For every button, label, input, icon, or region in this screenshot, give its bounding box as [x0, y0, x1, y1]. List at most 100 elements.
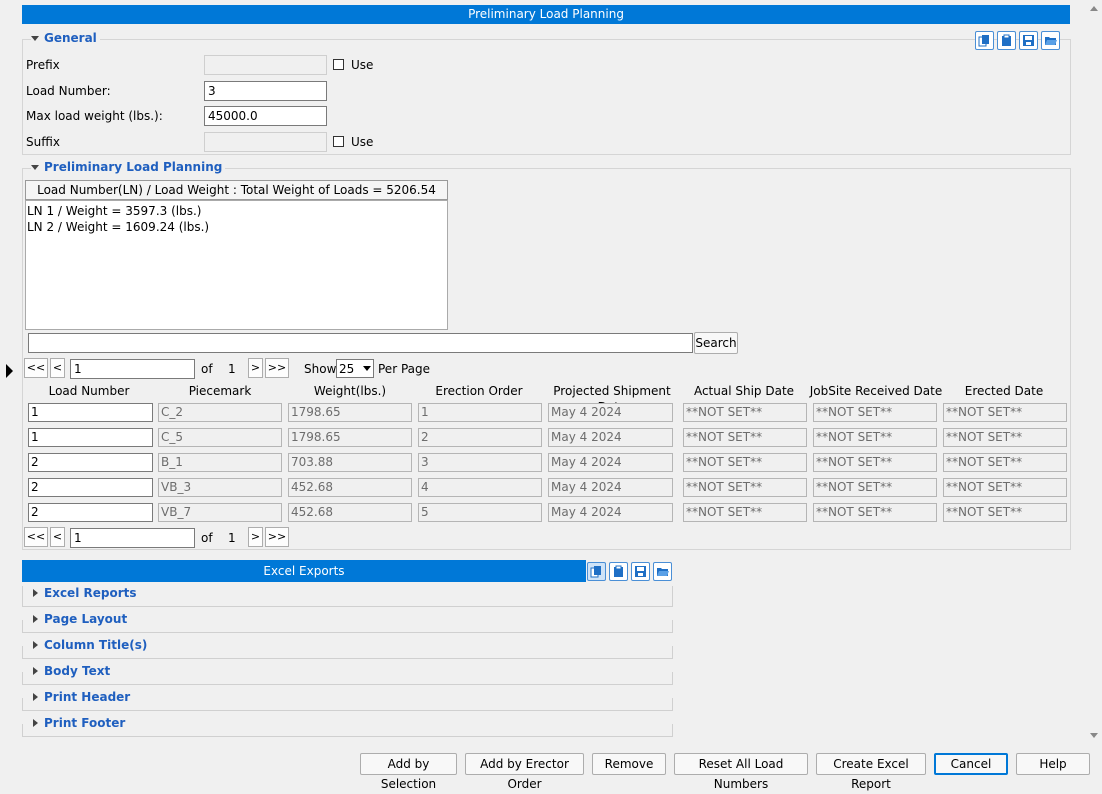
cancel-button[interactable]: Cancel — [934, 753, 1008, 775]
list-item[interactable]: LN 1 / Weight = 3597.3 (lbs.) — [27, 203, 446, 219]
load-number-cell[interactable]: 2 — [28, 478, 153, 497]
load-number-label: Load Number: — [26, 84, 111, 98]
pager-of-label: of — [201, 362, 213, 376]
general-header[interactable]: General — [31, 31, 100, 45]
prefix-label: Prefix — [26, 58, 60, 72]
copy-button[interactable] — [975, 31, 994, 50]
reset-load-numbers-button[interactable]: Reset All Load Numbers — [674, 753, 808, 791]
add-by-erector-order-button[interactable]: Add by Erector Order — [465, 753, 584, 791]
copy-icon — [590, 566, 601, 578]
piecemark-cell: B_1 — [158, 453, 282, 472]
pager-first-button[interactable]: << — [24, 358, 48, 378]
expand-arrow-icon — [33, 693, 38, 701]
row-pointer-icon — [6, 364, 13, 378]
piecemark-cell: C_2 — [158, 403, 282, 422]
planning-header[interactable]: Preliminary Load Planning — [31, 160, 226, 174]
add-by-selection-button[interactable]: Add by Selection — [360, 753, 457, 791]
pager-prev-button[interactable]: < — [50, 358, 65, 378]
clipboard-button[interactable] — [997, 31, 1016, 50]
create-excel-report-button[interactable]: Create Excel Report — [816, 753, 926, 791]
save-icon — [635, 566, 646, 577]
print-header-header[interactable]: Print Header — [33, 690, 134, 704]
vertical-scrollbar[interactable] — [1087, 0, 1102, 745]
body-text-section — [22, 672, 673, 685]
load-list-header[interactable]: Load Number(LN) / Load Weight : Total We… — [25, 180, 448, 215]
pager-page-input[interactable]: 1 — [70, 359, 195, 379]
projected-shipment-cell: May 4 2024 — [548, 428, 673, 447]
weight-cell: 452.68 — [288, 478, 412, 497]
col-header-erection-order: Erection Order — [435, 384, 523, 398]
piecemark-cell: C_5 — [158, 428, 282, 447]
pager-page-input[interactable]: 1 — [70, 528, 195, 548]
open-button[interactable] — [653, 562, 672, 581]
projected-shipment-cell: May 4 2024 — [548, 403, 673, 422]
piecemark-cell: VB_3 — [158, 478, 282, 497]
scroll-up-icon[interactable] — [1090, 6, 1098, 11]
col-header-load-number: Load Number — [48, 384, 130, 398]
erected-date-cell: **NOT SET** — [943, 503, 1067, 522]
expand-arrow-icon — [33, 615, 38, 623]
load-number-cell[interactable]: 2 — [28, 503, 153, 522]
col-header-erected: Erected Date — [964, 384, 1044, 398]
expand-arrow-icon — [33, 589, 38, 597]
erection-order-cell: 3 — [418, 453, 542, 472]
pager-prev-button[interactable]: < — [50, 527, 65, 547]
help-button[interactable]: Help — [1016, 753, 1090, 775]
erection-order-cell: 5 — [418, 503, 542, 522]
page-layout-header[interactable]: Page Layout — [33, 612, 131, 626]
excel-reports-header[interactable]: Excel Reports — [33, 586, 140, 600]
prefix-use-label: Use — [351, 58, 374, 72]
general-group — [22, 39, 1071, 155]
per-page-select[interactable]: 25 — [336, 359, 374, 378]
col-header-jobsite-received: JobSite Received Date — [809, 384, 943, 398]
pager-of-label: of — [201, 531, 213, 545]
section-title: Print Header — [44, 690, 131, 704]
projected-shipment-cell: May 4 2024 — [548, 478, 673, 497]
prefix-use-checkbox[interactable] — [333, 59, 344, 70]
actual-ship-cell: **NOT SET** — [683, 403, 807, 422]
column-titles-header[interactable]: Column Title(s) — [33, 638, 151, 652]
expand-arrow-icon — [33, 719, 38, 727]
suffix-input[interactable] — [204, 132, 327, 152]
search-button[interactable]: Search — [694, 332, 738, 354]
pager-last-button[interactable]: >> — [265, 527, 289, 547]
pager-total-label: 1 — [228, 362, 236, 376]
copy-button[interactable] — [587, 562, 606, 581]
save-button[interactable] — [1019, 31, 1038, 50]
actual-ship-cell: **NOT SET** — [683, 478, 807, 497]
actual-ship-cell: **NOT SET** — [683, 428, 807, 447]
clipboard-button[interactable] — [609, 562, 628, 581]
actual-ship-cell: **NOT SET** — [683, 503, 807, 522]
remove-button[interactable]: Remove — [592, 753, 666, 775]
pager-last-button[interactable]: >> — [265, 358, 289, 378]
body-text-header[interactable]: Body Text — [33, 664, 114, 678]
max-weight-input[interactable]: 45000.0 — [204, 106, 327, 126]
search-input[interactable] — [28, 333, 693, 353]
projected-shipment-cell: May 4 2024 — [548, 503, 673, 522]
load-number-input[interactable]: 3 — [204, 81, 327, 101]
erected-date-cell: **NOT SET** — [943, 453, 1067, 472]
scroll-down-icon[interactable] — [1090, 733, 1098, 738]
section-title: Print Footer — [44, 716, 126, 730]
load-number-cell[interactable]: 1 — [28, 403, 153, 422]
jobsite-received-cell: **NOT SET** — [813, 403, 937, 422]
clipboard-icon — [1002, 34, 1011, 46]
pager-total-label: 1 — [228, 531, 236, 545]
list-item[interactable]: LN 2 / Weight = 1609.24 (lbs.) — [27, 219, 446, 235]
jobsite-received-cell: **NOT SET** — [813, 428, 937, 447]
print-footer-header[interactable]: Print Footer — [33, 716, 129, 730]
open-button[interactable] — [1041, 31, 1060, 50]
save-button[interactable] — [631, 562, 650, 581]
suffix-use-checkbox[interactable] — [333, 136, 344, 147]
erected-date-cell: **NOT SET** — [943, 403, 1067, 422]
section-title: Column Title(s) — [44, 638, 148, 652]
load-list[interactable]: LN 1 / Weight = 3597.3 (lbs.) LN 2 / Wei… — [25, 200, 448, 330]
load-number-cell[interactable]: 1 — [28, 428, 153, 447]
col-header-weight: Weight(lbs.) — [313, 384, 387, 398]
pager-next-button[interactable]: > — [248, 358, 263, 378]
load-number-cell[interactable]: 2 — [28, 453, 153, 472]
pager-next-button[interactable]: > — [248, 527, 263, 547]
per-page-label: Per Page — [378, 362, 430, 376]
prefix-input[interactable] — [204, 55, 327, 75]
pager-first-button[interactable]: << — [24, 527, 48, 547]
